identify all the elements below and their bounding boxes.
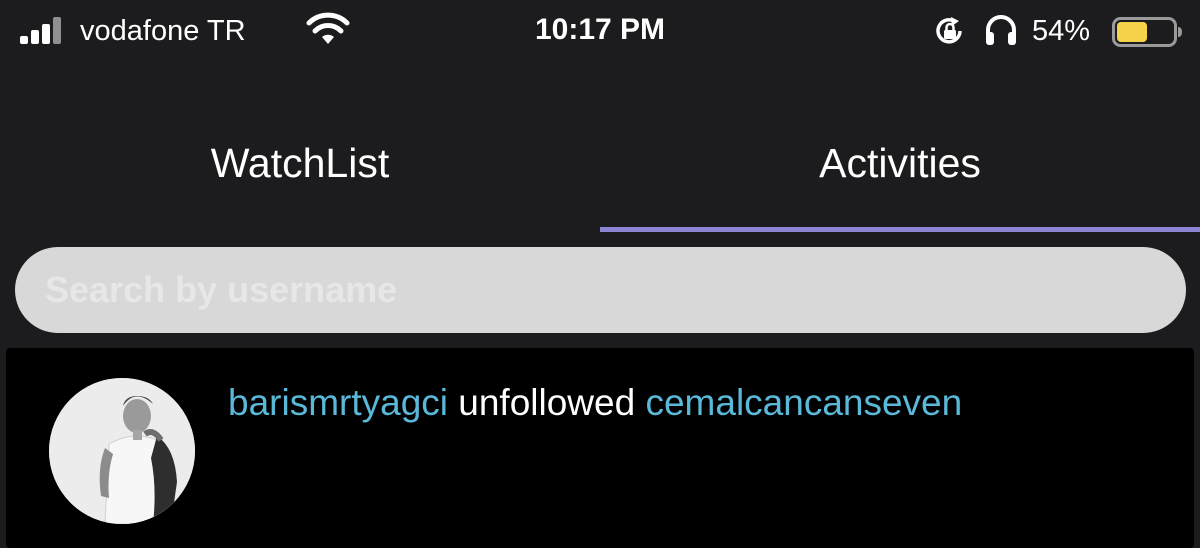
tab-activities[interactable]: Activities — [600, 100, 1200, 232]
status-bar: vodafone TR 10:17 PM 54% — [0, 0, 1200, 64]
target-username-link[interactable]: cemalcancanseven — [645, 382, 962, 423]
activity-text: barismrtyagci unfollowed cemalcancanseve… — [228, 381, 962, 425]
status-time: 10:17 PM — [534, 13, 666, 46]
rotation-lock-icon — [936, 17, 962, 44]
active-tab-indicator — [600, 227, 1200, 232]
tab-watchlist-label: WatchList — [210, 140, 390, 186]
activity-list: barismrtyagci unfollowed cemalcancanseve… — [6, 348, 1194, 548]
avatar-photo — [49, 378, 195, 524]
activity-action: unfollowed — [458, 382, 636, 423]
battery-icon — [1112, 17, 1182, 47]
tab-bar: WatchList Activities — [0, 100, 1200, 232]
list-item[interactable]: barismrtyagci unfollowed cemalcancanseve… — [6, 348, 1194, 548]
tab-watchlist[interactable]: WatchList — [0, 100, 600, 232]
app-screen: vodafone TR 10:17 PM 54% WatchList Activ… — [0, 0, 1200, 548]
tab-activities-label: Activities — [819, 140, 981, 186]
headphones-icon — [986, 15, 1016, 45]
actor-username-link[interactable]: barismrtyagci — [228, 382, 448, 423]
battery-percent: 54% — [1032, 15, 1091, 47]
search-input[interactable] — [15, 247, 1186, 333]
avatar[interactable] — [49, 378, 195, 524]
